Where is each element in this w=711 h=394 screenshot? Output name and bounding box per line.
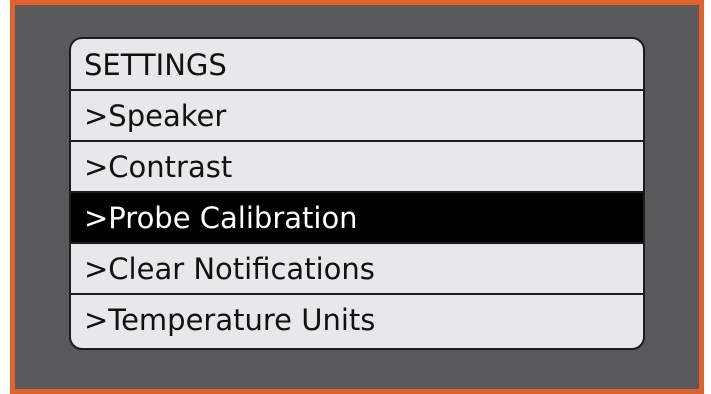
menu-item-clear-notifications[interactable]: >Clear Notifications bbox=[71, 244, 643, 295]
menu-item-temperature-units[interactable]: >Temperature Units bbox=[71, 295, 643, 346]
menu-item-probe-calibration[interactable]: >Probe Calibration bbox=[71, 193, 643, 244]
menu-item-speaker[interactable]: >Speaker bbox=[71, 91, 643, 142]
menu-title: SETTINGS bbox=[71, 39, 643, 91]
device-bezel: SETTINGS >Speaker >Contrast >Probe Calib… bbox=[10, 0, 704, 394]
menu-item-contrast[interactable]: >Contrast bbox=[71, 142, 643, 193]
lcd-screen: SETTINGS >Speaker >Contrast >Probe Calib… bbox=[69, 37, 645, 350]
